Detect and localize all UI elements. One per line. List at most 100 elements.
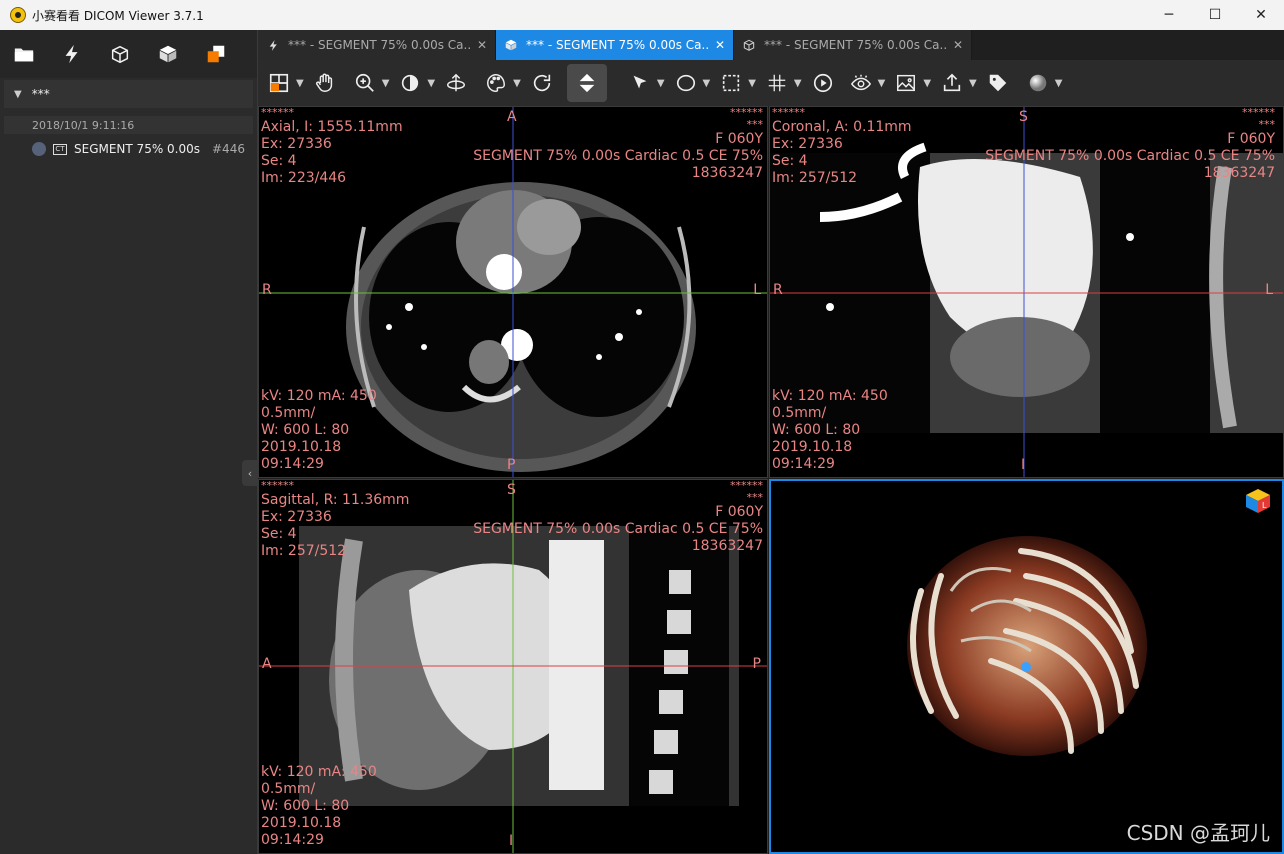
window-level: W: 600 L: 80 xyxy=(772,422,861,438)
image-button[interactable]: ▼ xyxy=(895,64,937,102)
orientation-bottom: I xyxy=(509,833,514,849)
render-mode-button[interactable]: ▼ xyxy=(1027,64,1069,102)
close-icon[interactable]: ✕ xyxy=(953,38,963,52)
tab-label: *** - SEGMENT 75% 0.00s Ca... xyxy=(288,38,471,52)
tag-button[interactable] xyxy=(987,64,1009,102)
wireframe-cube-icon[interactable] xyxy=(96,30,144,78)
ellipse-roi-button[interactable]: ▼ xyxy=(675,64,717,102)
overlay-top-left: ****** Axial, I: 1555.11mm Ex: 27336 Se:… xyxy=(261,107,403,187)
tab-volume[interactable]: *** - SEGMENT 75% 0.00s Ca... ✕ xyxy=(496,30,734,60)
accession-id: 18363247 xyxy=(1203,165,1275,181)
overlay-top-right: ****** *** F 060Y SEGMENT 75% 0.00s Card… xyxy=(985,107,1275,182)
play-button[interactable] xyxy=(812,64,834,102)
export-button[interactable]: ▼ xyxy=(941,64,983,102)
maximize-button[interactable]: ☐ xyxy=(1192,0,1238,30)
chevron-down-icon[interactable]: ▼ xyxy=(794,78,802,89)
series-item[interactable]: CT SEGMENT 75% 0.00s #446 xyxy=(4,134,253,164)
tab-label: *** - SEGMENT 75% 0.00s Ca... xyxy=(526,38,709,52)
close-icon[interactable]: ✕ xyxy=(715,38,725,52)
layout-button[interactable]: ▼ xyxy=(268,64,310,102)
tab-label: *** - SEGMENT 75% 0.00s Ca... xyxy=(764,38,947,52)
open-folder-icon[interactable] xyxy=(0,30,48,78)
chevron-down-icon[interactable]: ▼ xyxy=(1055,78,1063,89)
overlay-top-left: ****** Coronal, A: 0.11mm Ex: 27336 Se: … xyxy=(772,107,912,187)
axial-viewport[interactable]: ****** Axial, I: 1555.11mm Ex: 27336 Se:… xyxy=(258,106,768,478)
eye-icon xyxy=(850,74,871,91)
series-description: SEGMENT 75% 0.00s Cardiac 0.5 CE 75% xyxy=(985,148,1275,164)
study-item[interactable]: ▼ *** xyxy=(4,80,253,108)
visibility-button[interactable]: ▼ xyxy=(850,64,892,102)
sidebar-toolbar xyxy=(0,30,257,78)
plane-position: Axial, I: 1555.11mm xyxy=(261,119,403,135)
rect-roi-icon xyxy=(723,74,740,92)
crosshair-button[interactable]: ▼ xyxy=(766,64,808,102)
play-icon xyxy=(813,73,832,93)
chevron-down-icon[interactable]: ▼ xyxy=(878,78,886,89)
coronal-viewport[interactable]: ****** Coronal, A: 0.11mm Ex: 27336 Se: … xyxy=(769,106,1284,478)
pointer-button[interactable]: ▼ xyxy=(629,64,671,102)
window-level-button[interactable]: ▼ xyxy=(399,64,441,102)
patient-id-mask: *** xyxy=(746,491,764,504)
chevron-down-icon[interactable]: ▼ xyxy=(427,78,435,89)
image-number: Im: 257/512 xyxy=(772,170,858,186)
acq-date: 2019.10.18 xyxy=(261,439,342,455)
plane-position: Coronal, A: 0.11mm xyxy=(772,119,912,135)
chevron-down-icon[interactable]: ▼ xyxy=(748,78,756,89)
slice-thickness: 0.5mm/ xyxy=(261,405,316,421)
chevron-down-icon[interactable]: ▼ xyxy=(657,78,665,89)
patient-mask: ****** xyxy=(261,479,294,492)
pan-button[interactable] xyxy=(314,64,336,102)
study-name: *** xyxy=(31,87,50,101)
slice-thickness: 0.5mm/ xyxy=(772,405,827,421)
solid-cube-icon[interactable] xyxy=(144,30,192,78)
lightning-icon[interactable] xyxy=(48,30,96,78)
minimize-button[interactable]: ─ xyxy=(1146,0,1192,30)
orientation-cube-icon[interactable]: L xyxy=(1244,487,1272,515)
patient-id-mask: *** xyxy=(1258,118,1276,131)
slice-thickness: 0.5mm/ xyxy=(261,781,316,797)
patient-mask: ****** xyxy=(772,106,805,119)
acq-time: 09:14:29 xyxy=(261,456,324,472)
rotate-3d-button[interactable] xyxy=(445,64,467,102)
series-number: Se: 4 xyxy=(261,526,297,542)
volume-render-viewport[interactable]: L xyxy=(769,479,1284,854)
tab-mpr[interactable]: *** - SEGMENT 75% 0.00s Ca... ✕ xyxy=(734,30,972,60)
close-button[interactable]: ✕ xyxy=(1238,0,1284,30)
tab-bar: *** - SEGMENT 75% 0.00s Ca... ✕ *** - SE… xyxy=(258,30,1284,60)
chevron-down-icon[interactable]: ▼ xyxy=(382,78,390,89)
patient-name-mask: ****** xyxy=(1242,106,1275,119)
image-number: Im: 257/512 xyxy=(261,543,347,559)
plane-position: Sagittal, R: 11.36mm xyxy=(261,492,410,508)
tab-lightning[interactable]: *** - SEGMENT 75% 0.00s Ca... ✕ xyxy=(258,30,496,60)
zoom-button[interactable]: ▼ xyxy=(354,64,396,102)
exam-number: Ex: 27336 xyxy=(261,509,332,525)
close-icon[interactable]: ✕ xyxy=(477,38,487,52)
chevron-down-icon[interactable]: ▼ xyxy=(296,78,304,89)
patient-name-mask: ****** xyxy=(730,479,763,492)
palette-button[interactable]: ▼ xyxy=(485,64,527,102)
sagittal-viewport[interactable]: ****** Sagittal, R: 11.36mm Ex: 27336 Se… xyxy=(258,479,768,854)
overlay-top-left: ****** Sagittal, R: 11.36mm Ex: 27336 Se… xyxy=(261,480,409,560)
chevron-down-icon[interactable]: ▼ xyxy=(703,78,711,89)
acq-date: 2019.10.18 xyxy=(261,815,342,831)
main-toolbar: ▼ ▼ ▼ ▼ ▼ ▼ ▼ ▼ ▼ ▼ ▼ ▼ xyxy=(258,60,1284,106)
window-level: W: 600 L: 80 xyxy=(261,422,350,438)
collapse-sidebar-button[interactable]: ‹ xyxy=(242,460,258,486)
rect-roi-button[interactable]: ▼ xyxy=(720,64,762,102)
series-status-icon xyxy=(32,142,46,156)
series-description: SEGMENT 75% 0.00s Cardiac 0.5 CE 75% xyxy=(473,148,763,164)
layers-icon[interactable] xyxy=(192,30,240,78)
watermark: CSDN @孟珂儿 xyxy=(1126,821,1270,845)
pointer-arrow-icon xyxy=(633,75,647,89)
acq-date: 2019.10.18 xyxy=(772,439,853,455)
chevron-down-icon[interactable]: ▼ xyxy=(923,78,931,89)
chevron-down-icon[interactable]: ▼ xyxy=(14,89,22,100)
app-logo-icon xyxy=(10,7,26,23)
sex-age: F 060Y xyxy=(715,131,763,147)
chevron-down-icon[interactable]: ▼ xyxy=(969,78,977,89)
reset-button[interactable] xyxy=(531,64,553,102)
chevron-down-icon[interactable]: ▼ xyxy=(513,78,521,89)
orientation-left: R xyxy=(773,282,783,298)
patient-mask: ****** xyxy=(261,106,294,119)
scroll-button[interactable] xyxy=(566,64,607,102)
